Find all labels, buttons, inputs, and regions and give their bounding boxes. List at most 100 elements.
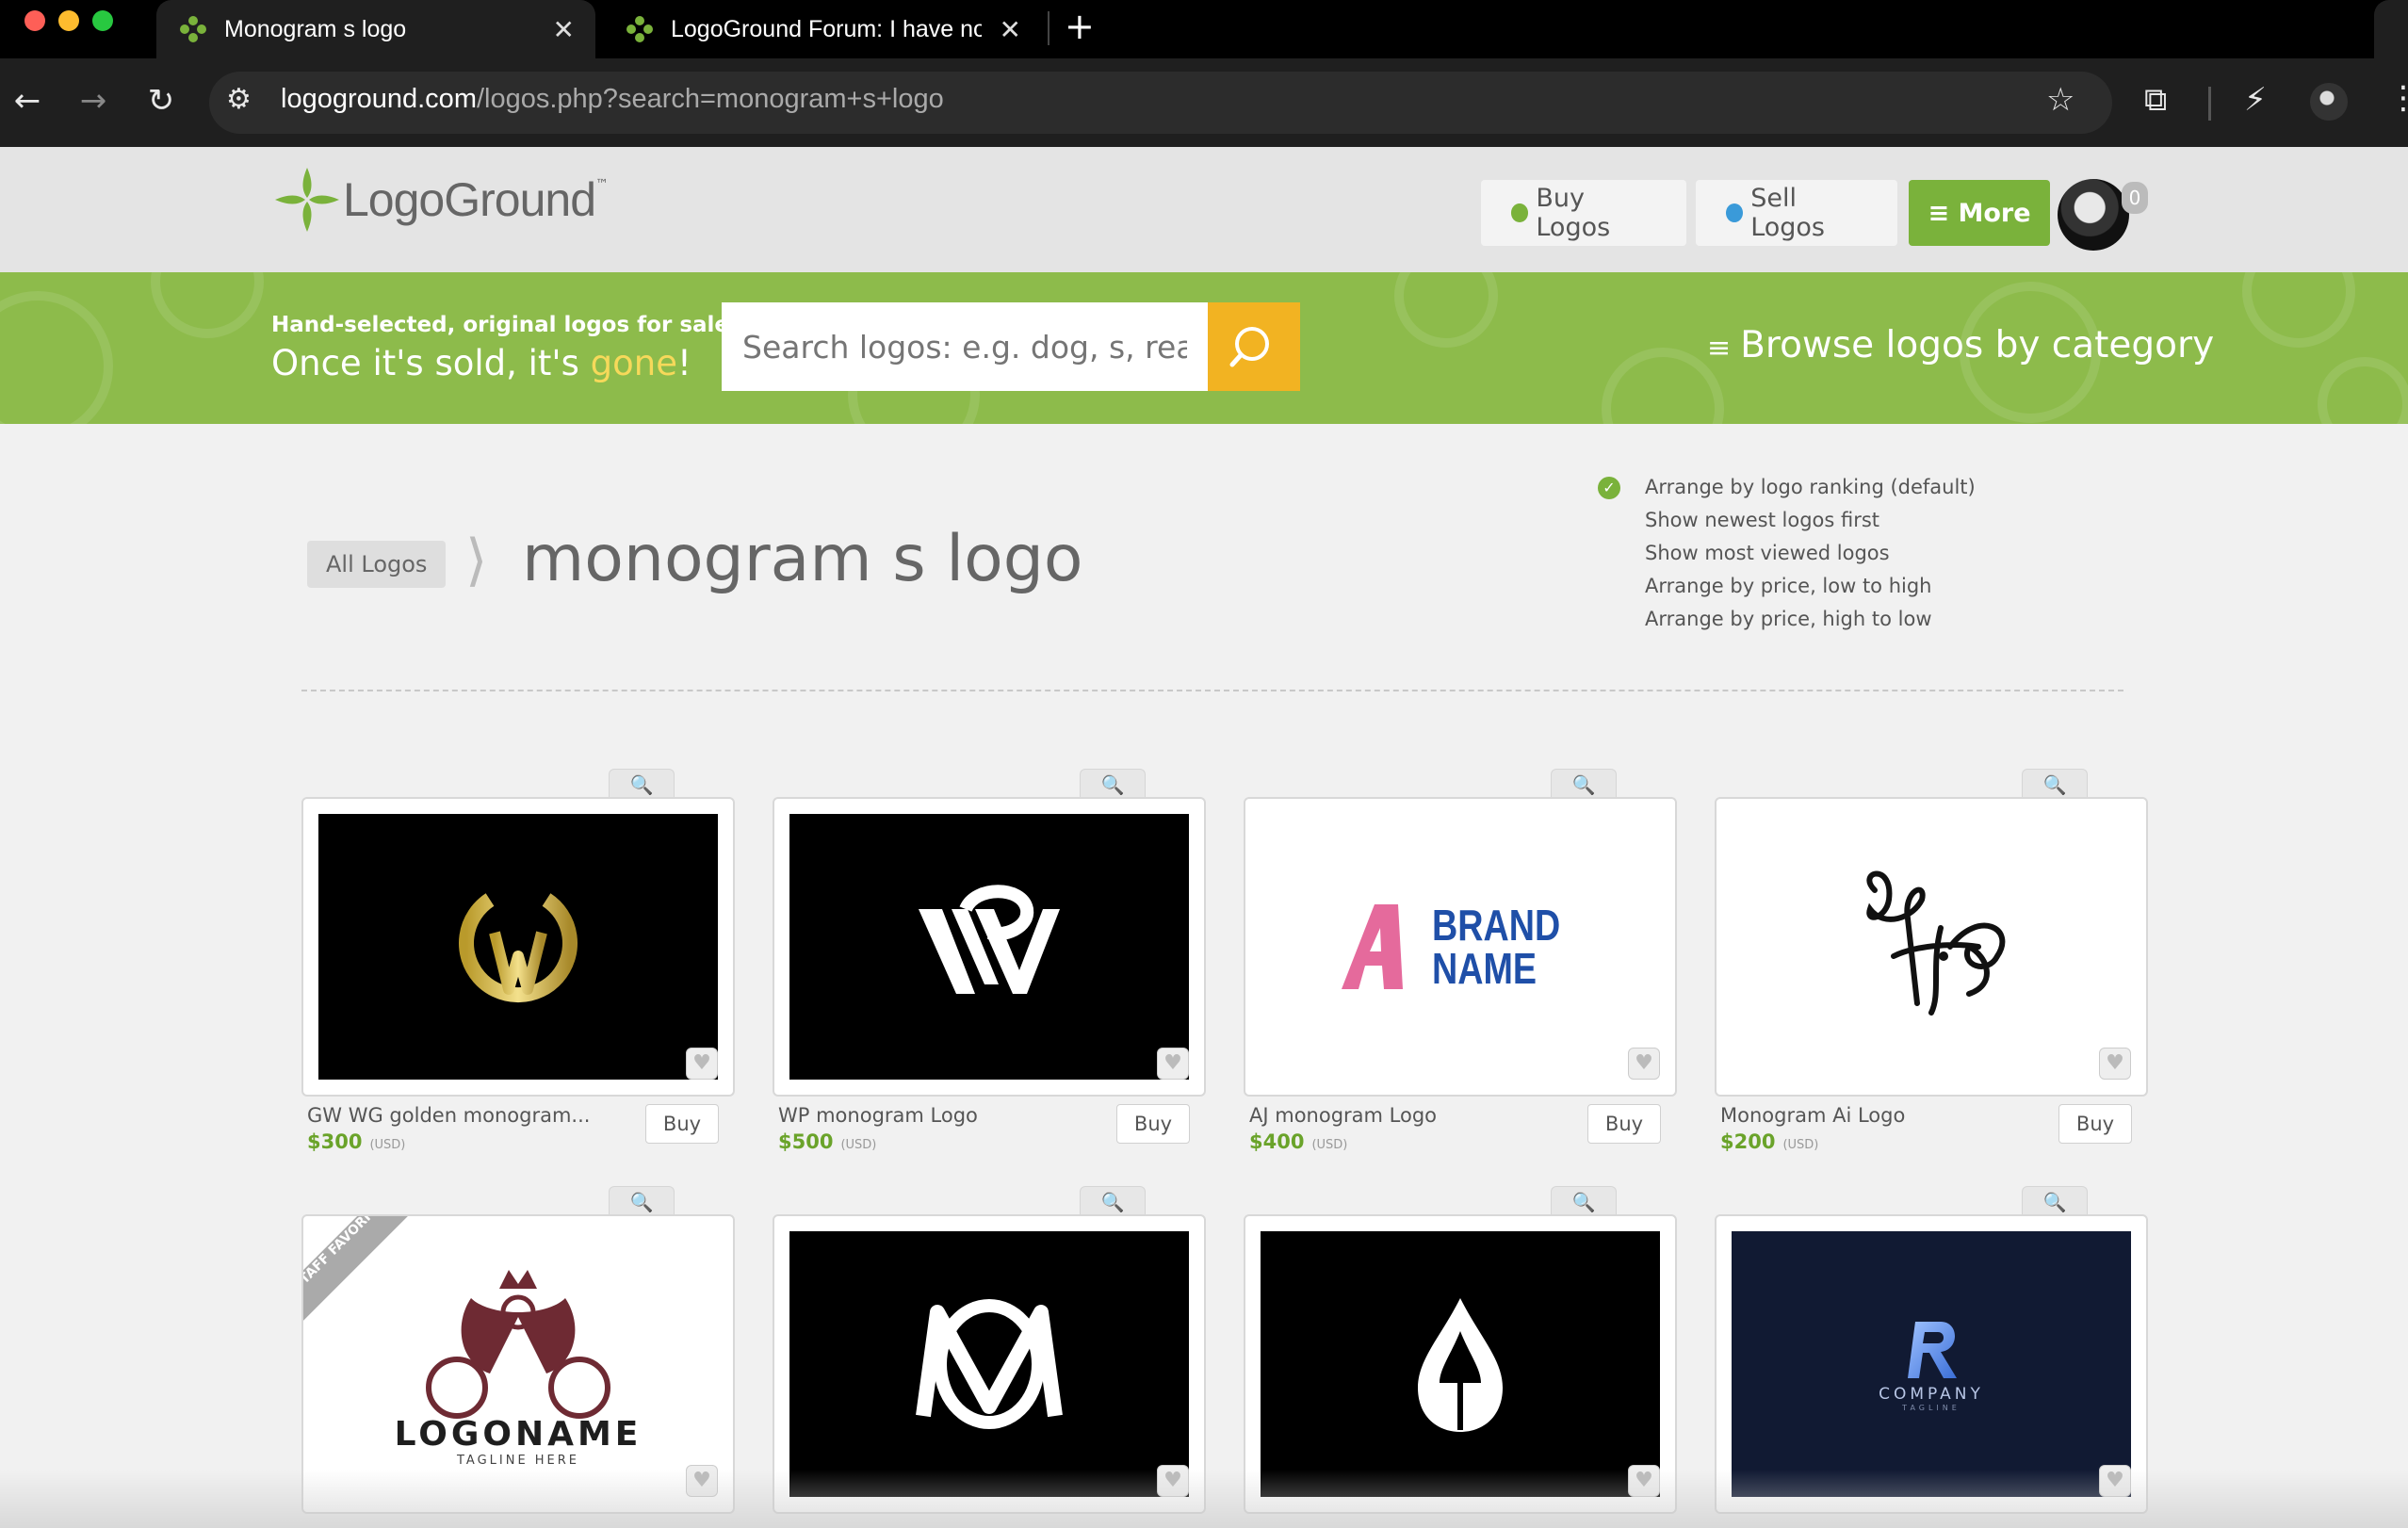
tab-close-icon[interactable]: ✕: [553, 14, 575, 45]
tagline-small: Hand-selected, original logos for sale: [271, 313, 730, 337]
favorite-heart-icon[interactable]: ♥: [1628, 1048, 1660, 1080]
logo-name[interactable]: WP monogram Logo: [778, 1104, 978, 1127]
logo-price: $300 (USD): [307, 1130, 406, 1153]
maximize-window-button[interactable]: [92, 10, 113, 31]
wp-monogram-image: [919, 885, 1060, 994]
site-info-icon[interactable]: ⚙: [226, 83, 252, 116]
tab-logoground-forum[interactable]: LogoGround Forum: I have no ✕: [603, 0, 1042, 58]
buy-button[interactable]: Buy: [1587, 1104, 1661, 1144]
green-dot-icon: [1511, 203, 1529, 222]
logo-thumbnail[interactable]: [1732, 814, 2131, 1080]
page-title: monogram s logo: [522, 522, 1083, 596]
logo-thumbnail[interactable]: LOGONAME TAGLINE HERE: [318, 1231, 718, 1497]
logo-card[interactable]: ♥: [773, 797, 1206, 1097]
zoom-magnifier-icon[interactable]: 🔍: [609, 769, 675, 799]
logo-wordmark: LogoGround: [343, 173, 596, 226]
zoom-magnifier-icon[interactable]: 🔍: [2022, 1186, 2088, 1216]
logo-thumbnail[interactable]: [1261, 1231, 1660, 1497]
buy-button[interactable]: Buy: [645, 1104, 719, 1144]
url-text[interactable]: logoground.com/logos.php?search=monogram…: [281, 84, 944, 115]
logo-price: $500 (USD): [778, 1130, 877, 1153]
logo-thumbnail[interactable]: [789, 1231, 1189, 1497]
gw-monogram-image: [459, 893, 578, 1003]
profile-avatar[interactable]: [2310, 83, 2348, 121]
performance-icon[interactable]: ⚡: [2244, 81, 2267, 119]
sell-logos-button[interactable]: Sell Logos: [1696, 180, 1897, 246]
search-button[interactable]: [1208, 302, 1300, 391]
zoom-magnifier-icon[interactable]: 🔍: [1080, 769, 1146, 799]
logo-card[interactable]: ♥: [301, 797, 735, 1097]
zoom-magnifier-icon[interactable]: 🔍: [2022, 769, 2088, 799]
blue-dot-icon: [1726, 203, 1744, 222]
sort-options: ✓ Arrange by logo ranking (default) Show …: [1598, 471, 1976, 636]
tab-title: Monogram s logo: [224, 15, 407, 42]
buy-logos-button[interactable]: Buy Logos: [1481, 180, 1686, 246]
search-input[interactable]: [722, 302, 1208, 391]
bottom-fade: [0, 1470, 2408, 1528]
logo-thumbnail[interactable]: COMPANY TAGLINE: [1732, 1231, 2131, 1497]
close-window-button[interactable]: [24, 10, 45, 31]
logo-flower-icon: [275, 168, 339, 232]
bookmark-star-icon[interactable]: ☆: [2046, 81, 2074, 119]
breadcrumb-separator-icon: ⟩: [465, 528, 488, 593]
back-arrow-icon[interactable]: ←: [4, 77, 51, 124]
user-avatar[interactable]: [2058, 179, 2129, 251]
sort-option[interactable]: ✓ Arrange by logo ranking (default): [1598, 471, 1976, 504]
logo-card[interactable]: ♥: [1715, 797, 2148, 1097]
company-text: COMPANY: [1879, 1384, 1984, 1404]
logo-name[interactable]: AJ monogram Logo: [1249, 1104, 1437, 1127]
brand-text: NAME: [1431, 944, 1538, 993]
logoground-logo[interactable]: LogoGround ™: [271, 162, 609, 237]
zoom-magnifier-icon[interactable]: 🔍: [1551, 1186, 1617, 1216]
sort-option[interactable]: Arrange by price, high to low: [1598, 603, 1976, 636]
logo-name[interactable]: GW WG golden monogram...: [307, 1104, 590, 1127]
logo-card[interactable]: BRAND NAME ♥: [1244, 797, 1677, 1097]
logo-name[interactable]: Monogram Ai Logo: [1720, 1104, 1905, 1127]
sort-option[interactable]: Show most viewed logos: [1598, 537, 1976, 570]
reload-icon[interactable]: ↻: [138, 77, 185, 124]
favorite-heart-icon[interactable]: ♥: [2099, 1048, 2131, 1080]
forward-arrow-icon[interactable]: →: [70, 77, 117, 124]
checkmark-icon: ✓: [1598, 477, 1620, 499]
menu-kebab-icon[interactable]: ⋮: [2387, 79, 2408, 117]
bicycle-crest-image: [426, 1270, 610, 1419]
buy-button[interactable]: Buy: [2058, 1104, 2132, 1144]
logo-trademark: ™: [595, 177, 610, 192]
favorite-heart-icon[interactable]: ♥: [1157, 1048, 1189, 1080]
buy-button[interactable]: Buy: [1116, 1104, 1190, 1144]
mo-monogram-image: [916, 1299, 1063, 1429]
company-tagline-text: TAGLINE: [1902, 1403, 1961, 1412]
more-menu-button[interactable]: ≡ More: [1909, 180, 2050, 246]
tab-title: LogoGround Forum: I have no: [671, 15, 982, 42]
logo-tagline-text: TAGLINE HERE: [456, 1454, 580, 1468]
tab-divider: [1048, 11, 1049, 45]
tab-search-button[interactable]: [2374, 0, 2408, 58]
logo-thumbnail[interactable]: [789, 814, 1189, 1080]
tab-close-icon[interactable]: ✕: [1000, 14, 1021, 45]
logoground-favicon-icon: [626, 15, 654, 43]
logo-name-text: LOGONAME: [394, 1415, 643, 1454]
all-logos-breadcrumb[interactable]: All Logos: [307, 541, 447, 588]
logoground-favicon-icon: [179, 15, 207, 43]
logo-thumbnail[interactable]: [318, 814, 718, 1080]
drop-monogram-image: [1418, 1298, 1503, 1432]
tab-monogram-s-logo[interactable]: Monogram s logo ✕: [156, 0, 595, 58]
zoom-magnifier-icon[interactable]: 🔍: [1080, 1186, 1146, 1216]
notification-badge[interactable]: 0: [2122, 182, 2148, 214]
brand-text: BRAND: [1431, 901, 1561, 950]
section-divider: [301, 690, 2123, 691]
aj-monogram-a-image: [1341, 904, 1403, 989]
toolbar-divider: [2208, 87, 2211, 121]
browser-tab-bar: Monogram s logo ✕ LogoGround Forum: I ha…: [0, 0, 2408, 58]
sort-option[interactable]: Show newest logos first: [1598, 504, 1976, 537]
minimize-window-button[interactable]: [58, 10, 79, 31]
extensions-puzzle-icon[interactable]: ⧉: [2144, 81, 2167, 119]
sort-option[interactable]: Arrange by price, low to high: [1598, 570, 1976, 603]
logo-thumbnail[interactable]: BRAND NAME: [1261, 814, 1660, 1080]
logo-price: $400 (USD): [1249, 1130, 1348, 1153]
new-tab-button[interactable]: +: [1065, 6, 1095, 47]
zoom-magnifier-icon[interactable]: 🔍: [609, 1186, 675, 1216]
browse-categories-link[interactable]: ≡ Browse logos by category: [1707, 324, 2214, 366]
favorite-heart-icon[interactable]: ♥: [686, 1048, 718, 1080]
zoom-magnifier-icon[interactable]: 🔍: [1551, 769, 1617, 799]
